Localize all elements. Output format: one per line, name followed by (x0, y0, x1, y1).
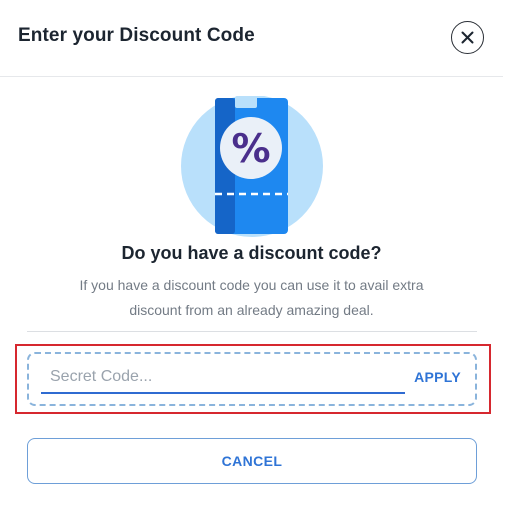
close-button[interactable] (451, 21, 484, 54)
close-icon (461, 31, 474, 44)
divider (27, 331, 477, 332)
modal-title: Enter your Discount Code (18, 25, 255, 46)
apply-button[interactable]: APPLY (414, 369, 461, 385)
secret-code-input[interactable] (41, 362, 405, 394)
cancel-button[interactable]: CANCEL (27, 438, 477, 484)
discount-code-modal: Enter your Discount Code % Do you have a… (0, 0, 511, 521)
discount-ticket-illustration: % (178, 95, 326, 238)
prompt-heading: Do you have a discount code? (121, 243, 382, 263)
prompt-description: If you have a discount code you can use … (79, 277, 424, 318)
discount-ticket-icon: % (181, 95, 323, 237)
modal-header: Enter your Discount Code (0, 0, 503, 77)
discount-code-box: APPLY (27, 352, 477, 406)
percent-symbol: % (231, 127, 270, 172)
